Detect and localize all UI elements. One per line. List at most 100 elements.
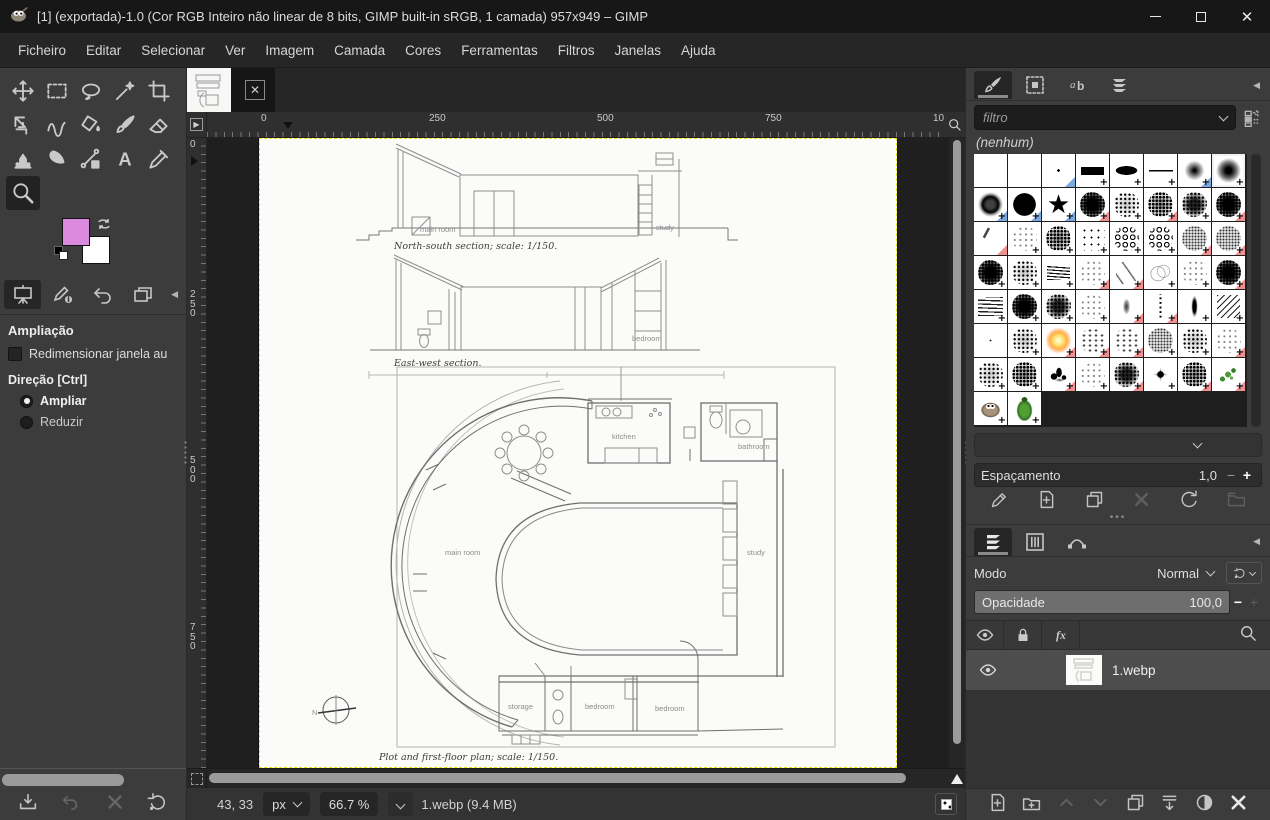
brush-item-8[interactable]: + bbox=[974, 188, 1008, 222]
swap-colors-icon[interactable] bbox=[96, 216, 112, 237]
brush-item-16[interactable] bbox=[974, 222, 1008, 256]
brush-item-36[interactable]: + bbox=[1110, 290, 1144, 324]
lock-pixels-toggle[interactable] bbox=[1004, 621, 1042, 649]
free-select-tool-button[interactable] bbox=[74, 74, 108, 108]
layer-thumbnail[interactable] bbox=[1066, 655, 1102, 685]
tab-tool-options[interactable] bbox=[4, 280, 41, 309]
brush-item-11[interactable]: + bbox=[1076, 188, 1110, 222]
zoom-out-radio[interactable] bbox=[20, 416, 33, 429]
brush-preview-expander[interactable] bbox=[974, 433, 1262, 457]
lower-layer-button[interactable] bbox=[1090, 792, 1111, 818]
mode-dropdown[interactable]: Normal bbox=[1151, 564, 1220, 583]
tab-fonts[interactable]: ab bbox=[1058, 71, 1096, 99]
tool-options-scrollbar[interactable] bbox=[2, 774, 124, 786]
tab-brushes[interactable] bbox=[974, 71, 1012, 99]
tab-channels[interactable] bbox=[1016, 528, 1054, 556]
brush-item-27[interactable]: + bbox=[1076, 256, 1110, 290]
opacity-increase-button[interactable]: + bbox=[1246, 594, 1262, 610]
brush-item-1[interactable] bbox=[1008, 154, 1042, 188]
layer-list-empty-area[interactable] bbox=[966, 690, 1270, 788]
restore-tool-preset-button[interactable] bbox=[60, 791, 82, 818]
brush-item-46[interactable]: + bbox=[1178, 324, 1212, 358]
brush-item-28[interactable]: + bbox=[1110, 256, 1144, 290]
new-brush-button[interactable] bbox=[1036, 489, 1057, 515]
opacity-decrease-button[interactable]: − bbox=[1230, 594, 1246, 610]
brush-item-13[interactable]: + bbox=[1144, 188, 1178, 222]
edit-brush-button[interactable] bbox=[989, 489, 1010, 515]
new-layer-button[interactable] bbox=[987, 792, 1008, 818]
brush-filter-input[interactable]: filtro bbox=[974, 105, 1236, 130]
brush-item-32[interactable]: + bbox=[974, 290, 1008, 324]
canvas-image[interactable]: main room study North-south section; sca… bbox=[259, 138, 897, 768]
menu-editar[interactable]: Editar bbox=[76, 33, 131, 68]
brush-item-50[interactable]: + bbox=[1042, 358, 1076, 392]
brush-item-17[interactable]: + bbox=[1008, 222, 1042, 256]
brush-item-53[interactable]: + bbox=[1144, 358, 1178, 392]
warp-transform-tool-button[interactable] bbox=[40, 108, 74, 142]
brush-item-14[interactable]: + bbox=[1178, 188, 1212, 222]
zoom-dropdown[interactable]: 66.7 % bbox=[320, 792, 378, 816]
horizontal-scrollbar-thumb[interactable] bbox=[209, 773, 906, 783]
brush-item-22[interactable]: + bbox=[1178, 222, 1212, 256]
unit-dropdown[interactable]: px bbox=[263, 792, 310, 816]
brush-item-10[interactable]: + bbox=[1042, 188, 1076, 222]
move-tool-button[interactable] bbox=[6, 74, 40, 108]
brush-item-39[interactable]: + bbox=[1212, 290, 1246, 324]
brush-item-9[interactable]: + bbox=[1008, 188, 1042, 222]
brush-item-7[interactable]: + bbox=[1212, 154, 1246, 188]
view-as-list-icon[interactable] bbox=[1242, 108, 1262, 128]
zoom-follow-window-button[interactable] bbox=[945, 112, 965, 137]
paintbrush-tool-button[interactable] bbox=[108, 108, 142, 142]
menu-camada[interactable]: Camada bbox=[324, 33, 395, 68]
brush-item-49[interactable]: + bbox=[1008, 358, 1042, 392]
tab-gradients[interactable] bbox=[1100, 71, 1138, 99]
clone-tool-button[interactable] bbox=[6, 142, 40, 176]
image-tab-close-button[interactable]: ✕ bbox=[245, 80, 265, 100]
tab-patterns[interactable] bbox=[1016, 71, 1054, 99]
close-button[interactable]: ✕ bbox=[1224, 0, 1270, 33]
menu-ficheiro[interactable]: Ficheiro bbox=[8, 33, 76, 68]
save-tool-preset-button[interactable] bbox=[17, 791, 39, 818]
menu-ferramentas[interactable]: Ferramentas bbox=[451, 33, 548, 68]
brush-item-20[interactable]: + bbox=[1110, 222, 1144, 256]
menu-imagem[interactable]: Imagem bbox=[255, 33, 324, 68]
reset-tool-options-button[interactable] bbox=[147, 791, 169, 818]
brush-item-41[interactable]: + bbox=[1008, 324, 1042, 358]
brush-item-12[interactable]: + bbox=[1110, 188, 1144, 222]
smudge-tool-button[interactable] bbox=[40, 142, 74, 176]
lock-visibility-toggle[interactable] bbox=[966, 621, 1004, 649]
brush-item-40[interactable] bbox=[974, 324, 1008, 358]
fuzzy-select-tool-button[interactable] bbox=[108, 74, 142, 108]
layer-visible-eye-icon[interactable] bbox=[978, 660, 998, 680]
menu-janelas[interactable]: Janelas bbox=[604, 33, 671, 68]
open-brush-as-image-button[interactable] bbox=[1226, 489, 1247, 515]
tab-layers[interactable] bbox=[974, 528, 1012, 556]
eraser-tool-button[interactable] bbox=[142, 108, 176, 142]
delete-brush-button[interactable] bbox=[1131, 489, 1152, 515]
brush-item-56[interactable]: + bbox=[974, 392, 1008, 426]
refresh-brushes-button[interactable] bbox=[1178, 489, 1199, 515]
spacing-decrease-button[interactable]: − bbox=[1223, 467, 1239, 483]
quick-mask-toggle[interactable] bbox=[187, 769, 207, 788]
unified-transform-tool-button[interactable] bbox=[6, 108, 40, 142]
zoom-dropdown-arrow[interactable] bbox=[388, 792, 413, 816]
delete-tool-preset-button[interactable] bbox=[104, 791, 126, 818]
brush-item-3[interactable]: + bbox=[1076, 154, 1110, 188]
opacity-slider[interactable]: Opacidade 100,0 bbox=[974, 590, 1230, 614]
brush-item-18[interactable]: + bbox=[1042, 222, 1076, 256]
menu-cores[interactable]: Cores bbox=[395, 33, 451, 68]
delete-layer-button[interactable] bbox=[1228, 792, 1249, 818]
vertical-scrollbar-thumb[interactable] bbox=[953, 140, 961, 744]
foreground-color-swatch[interactable] bbox=[62, 218, 90, 246]
brush-item-23[interactable]: + bbox=[1212, 222, 1246, 256]
rectangle-select-tool-button[interactable] bbox=[40, 74, 74, 108]
brush-item-4[interactable]: + bbox=[1110, 154, 1144, 188]
brush-item-2[interactable] bbox=[1042, 154, 1076, 188]
brush-item-31[interactable]: + bbox=[1212, 256, 1246, 290]
brush-item-33[interactable]: + bbox=[1008, 290, 1042, 324]
resize-window-checkbox[interactable] bbox=[8, 347, 22, 361]
tab-images[interactable] bbox=[124, 280, 161, 309]
dock-drag-handle[interactable]: ••• bbox=[966, 515, 1270, 524]
layer-row[interactable]: 1.webp bbox=[966, 650, 1270, 690]
brush-spacing-slider[interactable]: Espaçamento 1,0 − + bbox=[974, 463, 1262, 487]
